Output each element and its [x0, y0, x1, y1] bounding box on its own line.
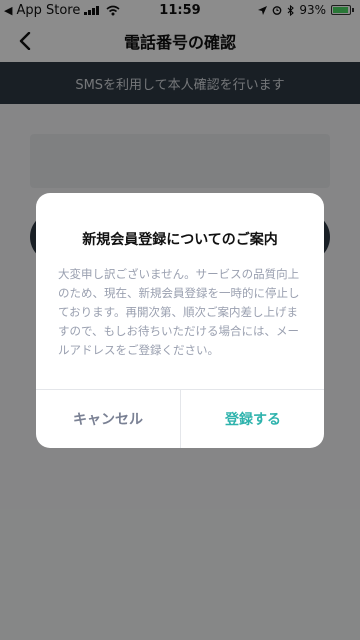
dialog-title: 新規会員登録についてのご案内 — [82, 232, 278, 248]
screen: ◀ App Store 11:59 93% 電話番号の確認 SMSを利用して本人… — [0, 0, 360, 640]
register-button[interactable]: 登録する — [181, 390, 324, 448]
dialog-message: 大変申し訳ございません。サービスの品質向上のため、現在、新規会員登録を一時的に停… — [58, 267, 300, 357]
registration-notice-dialog: 新規会員登録についてのご案内 大変申し訳ございません。サービスの品質向上のため、… — [36, 193, 324, 448]
cancel-button[interactable]: キャンセル — [36, 390, 180, 448]
